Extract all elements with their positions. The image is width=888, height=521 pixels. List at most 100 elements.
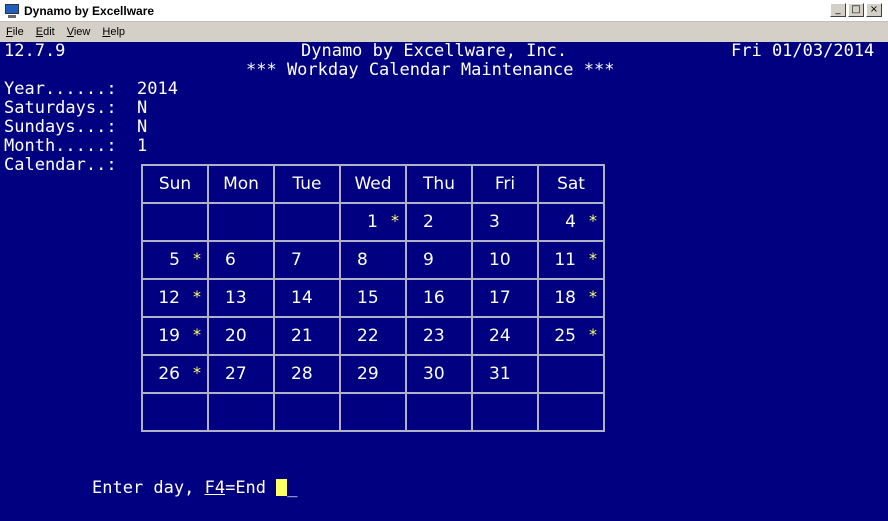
calendar-day-cell[interactable]: 4 *: [537, 202, 605, 242]
day-header-mon: Mon: [207, 164, 275, 204]
day-header-sat: Sat: [537, 164, 605, 204]
day-number: 8: [357, 250, 368, 270]
calendar-day-cell[interactable]: 13: [207, 278, 275, 318]
day-number: 20: [225, 326, 247, 346]
close-button[interactable]: ×: [866, 3, 882, 17]
day-number: 9: [423, 250, 434, 270]
menu-bar: File Edit View Help: [0, 22, 888, 42]
calendar-day-cell[interactable]: 18 *: [537, 278, 605, 318]
day-header-sun: Sun: [141, 164, 209, 204]
calendar-week-row: 26 * 27 28 29 30 31: [141, 354, 605, 394]
calendar-day-cell[interactable]: 12 *: [141, 278, 209, 318]
non-workday-marker: *: [193, 325, 201, 344]
calendar-day-cell[interactable]: 5 *: [141, 240, 209, 280]
day-number: 12: [158, 288, 180, 308]
calendar-day-cell[interactable]: 6: [207, 240, 275, 280]
month-field[interactable]: 1: [137, 137, 147, 156]
input-cursor[interactable]: [276, 479, 288, 496]
calendar-day-cell[interactable]: 14: [273, 278, 341, 318]
day-number: 21: [291, 326, 313, 346]
calendar-day-cell[interactable]: 2: [405, 202, 473, 242]
calendar-day-cell[interactable]: 24: [471, 316, 539, 356]
saturdays-field[interactable]: N: [137, 99, 147, 118]
menu-view[interactable]: View: [67, 26, 91, 38]
calendar-day-cell[interactable]: [537, 392, 605, 432]
saturdays-label: Saturdays.:: [4, 98, 117, 118]
day-number: 19: [158, 326, 180, 346]
calendar-day-cell[interactable]: 30: [405, 354, 473, 394]
calendar-day-cell[interactable]: 17: [471, 278, 539, 318]
day-number: 2: [423, 212, 434, 232]
non-workday-marker: *: [589, 249, 597, 268]
calendar-day-cell[interactable]: 26 *: [141, 354, 209, 394]
calendar-day-cell[interactable]: 29: [339, 354, 407, 394]
day-number: 6: [225, 250, 236, 270]
calendar-day-cell[interactable]: 3: [471, 202, 539, 242]
calendar-day-cell[interactable]: 11 *: [537, 240, 605, 280]
day-number: 22: [357, 326, 379, 346]
calendar-day-cell[interactable]: 20: [207, 316, 275, 356]
calendar-day-cell[interactable]: [405, 392, 473, 432]
calendar-day-cell[interactable]: 21: [273, 316, 341, 356]
calendar-header-row: Sun Mon Tue Wed Thu Fri Sat: [141, 164, 605, 204]
calendar-day-cell[interactable]: 23: [405, 316, 473, 356]
menu-edit[interactable]: Edit: [36, 26, 55, 38]
command-prompt: Enter day, F4=End _: [92, 479, 298, 498]
non-workday-marker: *: [193, 287, 201, 306]
day-number: 16: [423, 288, 445, 308]
calendar-day-cell[interactable]: [141, 202, 209, 242]
calendar-grid: Sun Mon Tue Wed Thu Fri Sat 1 * 2 3 4 * 5 * 6 7 8 9…: [141, 164, 605, 432]
year-field[interactable]: 2014: [137, 80, 178, 99]
day-number: 24: [489, 326, 511, 346]
calendar-day-cell[interactable]: 25 *: [537, 316, 605, 356]
non-workday-marker: *: [589, 211, 597, 230]
day-number: 27: [225, 364, 247, 384]
window-title-bar[interactable]: Dynamo by Excellware _ □ ×: [0, 0, 888, 22]
terminal-screen[interactable]: 12.7.9 Dynamo by Excellware, Inc. Fri 01…: [0, 42, 888, 521]
company-name: Dynamo by Excellware, Inc.: [301, 41, 568, 61]
calendar-day-cell[interactable]: [339, 392, 407, 432]
calendar-day-cell[interactable]: [471, 392, 539, 432]
calendar-day-cell[interactable]: 7: [273, 240, 341, 280]
day-number: 15: [357, 288, 379, 308]
calendar-day-cell[interactable]: [141, 392, 209, 432]
menu-help[interactable]: Help: [102, 26, 125, 38]
calendar-day-cell[interactable]: 1 *: [339, 202, 407, 242]
sundays-label: Sundays...:: [4, 117, 117, 137]
non-workday-marker: *: [391, 211, 399, 230]
window-controls: _ □ ×: [830, 3, 882, 17]
calendar-day-cell[interactable]: 15: [339, 278, 407, 318]
calendar-day-cell[interactable]: 28: [273, 354, 341, 394]
calendar-day-cell[interactable]: 9: [405, 240, 473, 280]
month-label: Month.....:: [4, 136, 117, 156]
day-number: 23: [423, 326, 445, 346]
calendar-day-cell[interactable]: 27: [207, 354, 275, 394]
app-monitor-icon: [4, 3, 20, 19]
f4-key[interactable]: F4: [205, 478, 225, 498]
day-number: 31: [489, 364, 511, 384]
calendar-day-cell[interactable]: [207, 202, 275, 242]
version-label: 12.7.9: [4, 41, 66, 61]
maximize-button[interactable]: □: [848, 3, 864, 17]
day-number: 28: [291, 364, 313, 384]
calendar-day-cell[interactable]: [207, 392, 275, 432]
sundays-field[interactable]: N: [137, 118, 147, 137]
non-workday-marker: *: [589, 287, 597, 306]
calendar-day-cell[interactable]: 31: [471, 354, 539, 394]
calendar-day-cell[interactable]: 22: [339, 316, 407, 356]
day-number: 1: [367, 212, 378, 232]
calendar-day-cell[interactable]: 10: [471, 240, 539, 280]
prompt-text: Enter day,: [92, 478, 205, 498]
calendar-day-cell[interactable]: [537, 354, 605, 394]
menu-file[interactable]: File: [6, 26, 24, 38]
calendar-day-cell[interactable]: [273, 202, 341, 242]
day-header-thu: Thu: [405, 164, 473, 204]
calendar-day-cell[interactable]: 16: [405, 278, 473, 318]
calendar-day-cell[interactable]: [273, 392, 341, 432]
screen-title: *** Workday Calendar Maintenance ***: [246, 60, 615, 80]
calendar-day-cell[interactable]: 19 *: [141, 316, 209, 356]
calendar-day-cell[interactable]: 8: [339, 240, 407, 280]
calendar-week-row: 5 * 6 7 8 9 10 11 *: [141, 240, 605, 280]
calendar-label: Calendar..:: [4, 155, 117, 175]
minimize-button[interactable]: _: [830, 3, 846, 17]
